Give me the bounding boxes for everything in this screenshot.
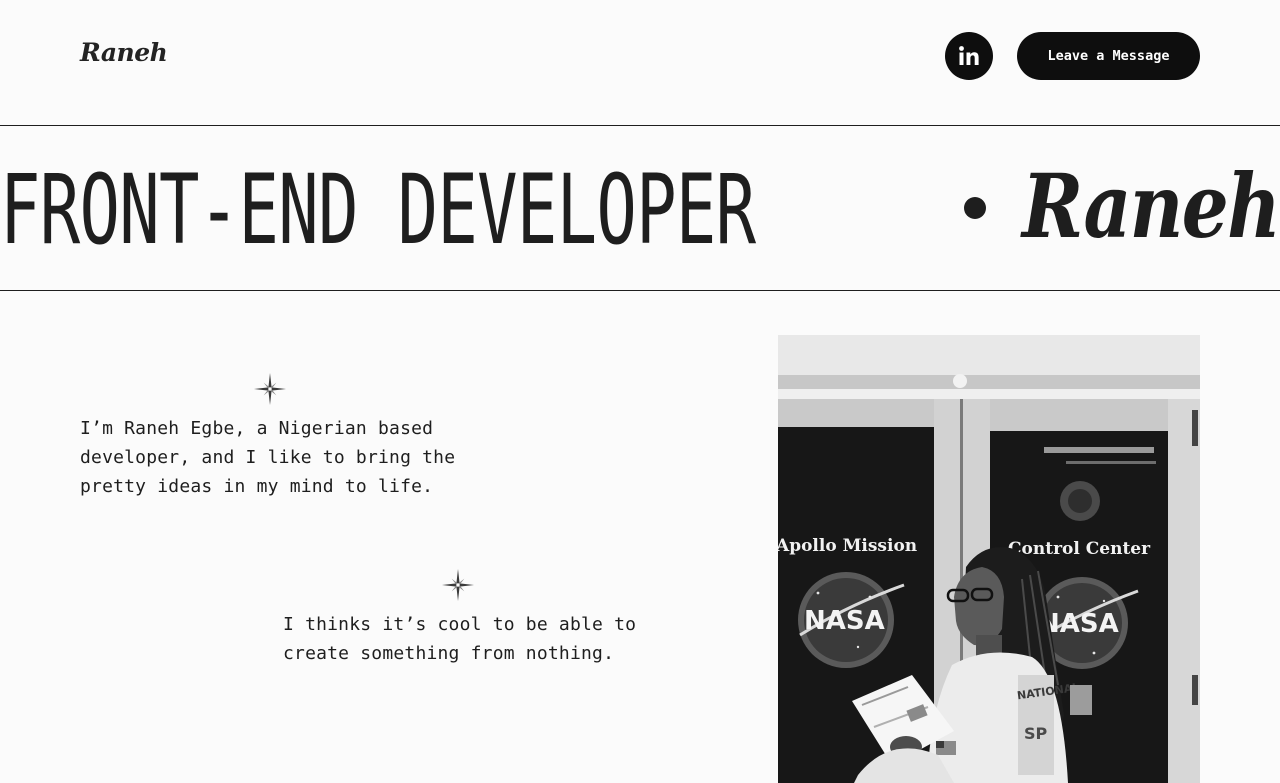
- intro-paragraph-2: I thinks it’s cool to be able to create …: [283, 614, 637, 664]
- site-logo[interactable]: Raneh: [80, 38, 168, 67]
- headline-role: FRONT-END DEVELOPER: [0, 154, 756, 266]
- photo-sign-right: Control Center: [1008, 539, 1151, 559]
- photo-nasa-left: NASA: [804, 606, 885, 636]
- sparkle-star-icon: [254, 373, 286, 405]
- linkedin-button[interactable]: [945, 32, 993, 80]
- leave-message-button[interactable]: Leave a Message: [1017, 32, 1200, 80]
- sparkle-star-icon: [442, 569, 474, 601]
- svg-text:SP: SP: [1024, 724, 1048, 743]
- headline-name: Raneh: [1022, 154, 1280, 258]
- headline-marquee: FRONT-END DEVELOPER Raneh: [0, 126, 1280, 290]
- intro-paragraph-1: I’m Raneh Egbe, a Nigerian based develop…: [80, 418, 456, 497]
- photo-sign-left: Apollo Mission: [778, 536, 917, 556]
- bottom-divider: [0, 290, 1280, 291]
- profile-photo: Apollo Mission Control Center NASA NASA: [778, 335, 1200, 783]
- site-header: Raneh Leave a Message: [0, 0, 1280, 125]
- bullet-dot: [964, 197, 986, 219]
- linkedin-icon: [959, 46, 979, 65]
